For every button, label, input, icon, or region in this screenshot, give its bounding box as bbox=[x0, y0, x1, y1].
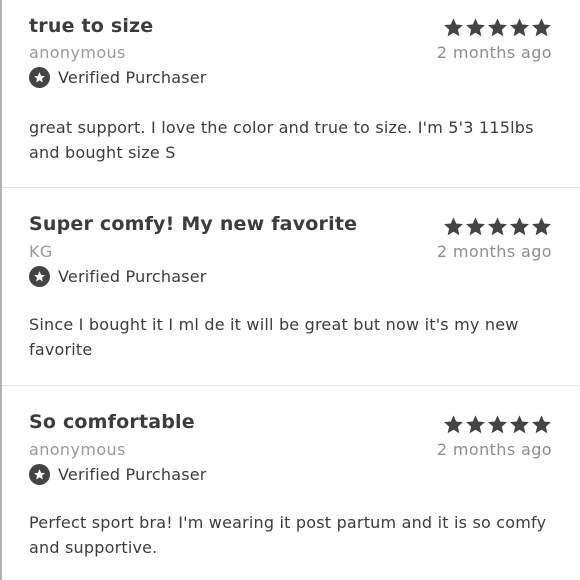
reviews-list: true to size anonymous Verified Purchase… bbox=[0, 0, 580, 580]
verified-purchaser-badge: Verified Purchaser bbox=[29, 266, 207, 287]
review-date: 2 months ago bbox=[436, 242, 552, 261]
review-card: Super comfy! My new favorite KG Verified… bbox=[2, 188, 580, 386]
verified-star-icon bbox=[29, 464, 50, 485]
verified-label: Verified Purchaser bbox=[58, 68, 207, 87]
star-icon bbox=[488, 415, 507, 434]
review-author: anonymous bbox=[29, 440, 126, 459]
review-date: 2 months ago bbox=[436, 43, 552, 62]
verified-star-icon bbox=[29, 266, 50, 287]
star-icon bbox=[488, 18, 507, 37]
review-date: 2 months ago bbox=[436, 440, 552, 459]
star-icon bbox=[532, 217, 551, 236]
star-icon bbox=[510, 217, 529, 236]
star-icon bbox=[532, 18, 551, 37]
star-icon bbox=[532, 415, 551, 434]
review-body: Since I bought it I ml de it will be gre… bbox=[29, 315, 519, 359]
verified-label: Verified Purchaser bbox=[58, 267, 207, 286]
verified-star-icon bbox=[29, 67, 50, 88]
star-icon bbox=[466, 415, 485, 434]
star-rating bbox=[443, 17, 552, 38]
star-icon bbox=[510, 415, 529, 434]
star-rating bbox=[443, 414, 552, 435]
verified-purchaser-badge: Verified Purchaser bbox=[29, 67, 207, 88]
review-title: So comfortable bbox=[29, 411, 195, 433]
review-card: So comfortable anonymous Verified Purcha… bbox=[2, 386, 580, 580]
review-body: Perfect sport bra! I'm wearing it post p… bbox=[29, 513, 547, 557]
review-author: anonymous bbox=[29, 43, 126, 62]
star-icon bbox=[444, 415, 463, 434]
verified-label: Verified Purchaser bbox=[58, 465, 207, 484]
review-author: KG bbox=[29, 242, 53, 261]
star-icon bbox=[444, 18, 463, 37]
star-icon bbox=[466, 18, 485, 37]
review-title: true to size bbox=[29, 15, 154, 37]
star-icon bbox=[510, 18, 529, 37]
star-icon bbox=[444, 217, 463, 236]
review-body: great support. I love the color and true… bbox=[29, 118, 534, 162]
star-rating bbox=[443, 216, 552, 237]
star-icon bbox=[488, 217, 507, 236]
review-title: Super comfy! My new favorite bbox=[29, 213, 358, 235]
star-icon bbox=[466, 217, 485, 236]
verified-purchaser-badge: Verified Purchaser bbox=[29, 464, 207, 485]
review-card: true to size anonymous Verified Purchase… bbox=[2, 0, 580, 188]
